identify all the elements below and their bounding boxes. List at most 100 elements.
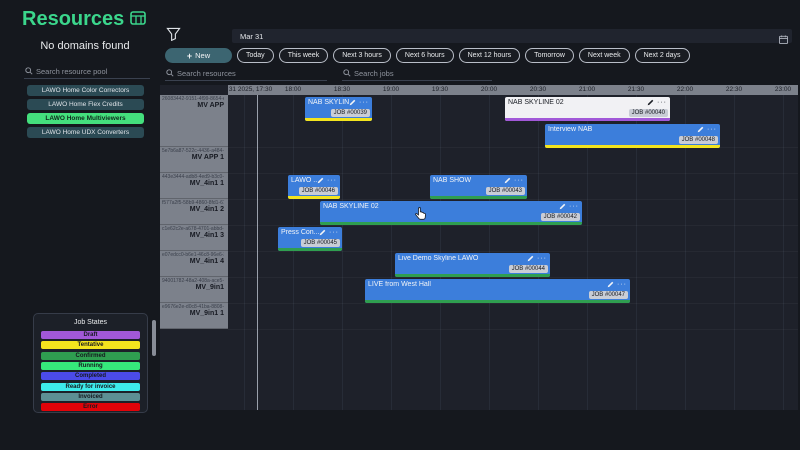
more-options-icon[interactable]: ···: [569, 205, 579, 209]
no-domains-message: No domains found: [18, 40, 152, 52]
search-resources-input[interactable]: [165, 66, 327, 80]
job-bar[interactable]: NAB SKYLIN... ··· JOB #00039: [305, 97, 372, 121]
quick-range-pill[interactable]: Next 2 days: [635, 48, 690, 63]
more-options-icon[interactable]: ···: [537, 257, 547, 261]
resource-pool-list: LAWO Home Color Correctors LAWO Home Flex…: [27, 85, 144, 141]
job-number-badge: JOB #00040: [629, 109, 668, 117]
quick-range-pill[interactable]: Next 12 hours: [459, 48, 521, 63]
more-options-icon[interactable]: ···: [657, 101, 667, 105]
more-options-icon[interactable]: ···: [617, 283, 627, 287]
schedule-board-icon: [130, 8, 146, 31]
legend-state: Invoiced: [41, 393, 140, 401]
job-title: NAB SHOW: [433, 177, 471, 184]
job-states-legend: Job States Draft Tentative Confirmed Runnin…: [33, 313, 148, 413]
search-resource-pool: [24, 64, 150, 79]
pool-item[interactable]: LAWO Home Multiviewers: [27, 113, 144, 124]
job-state-underline: [305, 118, 372, 121]
legend-title: Job States: [34, 319, 147, 326]
edit-pencil-icon[interactable]: [559, 203, 566, 210]
new-button-label: New: [195, 51, 210, 60]
job-number-badge: JOB #00042: [541, 213, 580, 221]
edit-pencil-icon[interactable]: [504, 177, 511, 184]
job-bar[interactable]: NAB SHOW ··· JOB #00043: [430, 175, 527, 199]
date-field: [232, 29, 792, 43]
job-bar[interactable]: LIVE from West Hall ··· JOB #00047: [365, 279, 630, 303]
page-title-row: Resources: [22, 8, 146, 31]
quick-range-pill[interactable]: Tomorrow: [525, 48, 574, 63]
search-resource-pool-input[interactable]: [24, 64, 150, 78]
search-jobs-input[interactable]: [342, 66, 492, 80]
job-bar[interactable]: Live Demo Skyline LAWO ··· JOB #00044: [395, 253, 550, 277]
job-number-badge: JOB #00048: [679, 136, 718, 144]
edit-pencil-icon[interactable]: [607, 281, 614, 288]
quick-range-pill[interactable]: Next week: [579, 48, 630, 63]
edit-pencil-icon[interactable]: [527, 255, 534, 262]
legend-state: Error: [41, 403, 140, 411]
jobs-layer: NAB SKYLIN... ··· JOB #00039 NAB SKYLINE 02…: [160, 85, 798, 410]
edit-pencil-icon[interactable]: [647, 99, 654, 106]
app-window: Resources No domains found LAWO Home Col…: [0, 0, 800, 450]
quick-range-pill[interactable]: Today: [237, 48, 274, 63]
job-title: LIVE from West Hall: [368, 281, 431, 288]
job-number-badge: JOB #00044: [509, 265, 548, 273]
search-jobs: [342, 66, 492, 81]
more-options-icon[interactable]: ···: [514, 179, 524, 183]
more-options-icon[interactable]: ···: [329, 231, 339, 235]
pool-item[interactable]: LAWO Home Color Correctors: [27, 85, 144, 96]
job-state-underline: [395, 274, 550, 277]
job-state-underline: [365, 300, 630, 303]
edit-pencil-icon[interactable]: [319, 229, 326, 236]
job-title: Press Con...: [281, 229, 319, 236]
vertical-scrollbar-thumb[interactable]: [152, 320, 156, 356]
job-bar[interactable]: NAB SKYLINE 02 ··· JOB #00042: [320, 201, 582, 225]
legend-state: Running: [41, 362, 140, 370]
job-state-underline: [545, 145, 720, 148]
job-number-badge: JOB #00047: [589, 291, 628, 299]
quick-range-pill[interactable]: Next 3 hours: [333, 48, 391, 63]
legend-state: Draft: [41, 331, 140, 339]
quick-range-pill[interactable]: Next 6 hours: [396, 48, 454, 63]
job-number-badge: JOB #00046: [299, 187, 338, 195]
pool-item[interactable]: LAWO Home UDX Converters: [27, 127, 144, 138]
more-options-icon[interactable]: ···: [359, 101, 369, 105]
job-title: NAB SKYLIN...: [308, 99, 349, 106]
job-state-underline: [278, 248, 342, 251]
mouse-cursor: [415, 207, 426, 225]
legend-state: Completed: [41, 372, 140, 380]
job-state-underline: [430, 196, 527, 199]
legend-state: Ready for invoice: [41, 383, 140, 391]
date-input[interactable]: [238, 29, 758, 43]
job-title: NAB SKYLINE 02: [323, 203, 379, 210]
job-title: Interview NAB: [548, 126, 592, 133]
schedule-timeline: Mar 31 2025, 17:3018:0018:3019:0019:3020…: [160, 85, 798, 410]
calendar-icon[interactable]: [779, 31, 788, 49]
job-number-badge: JOB #00039: [331, 109, 370, 117]
job-bar[interactable]: Press Con... ··· JOB #00045: [278, 227, 342, 251]
search-resources: [165, 66, 327, 81]
job-state-underline: [288, 196, 340, 199]
job-bar[interactable]: LAWO ... ··· JOB #00046: [288, 175, 340, 199]
edit-pencil-icon[interactable]: [349, 99, 356, 106]
new-button[interactable]: + New: [165, 48, 232, 63]
pool-item[interactable]: LAWO Home Flex Credits: [27, 99, 144, 110]
legend-state: Tentative: [41, 341, 140, 349]
job-title: NAB SKYLINE 02: [508, 99, 564, 106]
job-state-underline: [505, 118, 670, 121]
filter-funnel-icon[interactable]: [166, 27, 181, 46]
job-title: LAWO ...: [291, 177, 317, 184]
page-title: Resources: [22, 8, 124, 31]
more-options-icon[interactable]: ···: [327, 179, 337, 183]
more-options-icon[interactable]: ···: [707, 128, 717, 132]
quick-range-pill[interactable]: This week: [279, 48, 329, 63]
edit-pencil-icon[interactable]: [697, 126, 704, 133]
job-bar[interactable]: NAB SKYLINE 02 ··· JOB #00040: [505, 97, 670, 121]
legend-state: Confirmed: [41, 352, 140, 360]
job-title: Live Demo Skyline LAWO: [398, 255, 478, 262]
edit-pencil-icon[interactable]: [317, 177, 324, 184]
job-number-badge: JOB #00045: [301, 239, 340, 247]
plus-icon: +: [187, 51, 192, 61]
job-state-underline: [320, 222, 582, 225]
job-bar[interactable]: Interview NAB ··· JOB #00048: [545, 124, 720, 148]
quick-range-buttons: Today This week Next 3 hours Next 6 hours Ne…: [237, 48, 690, 63]
job-number-badge: JOB #00043: [486, 187, 525, 195]
